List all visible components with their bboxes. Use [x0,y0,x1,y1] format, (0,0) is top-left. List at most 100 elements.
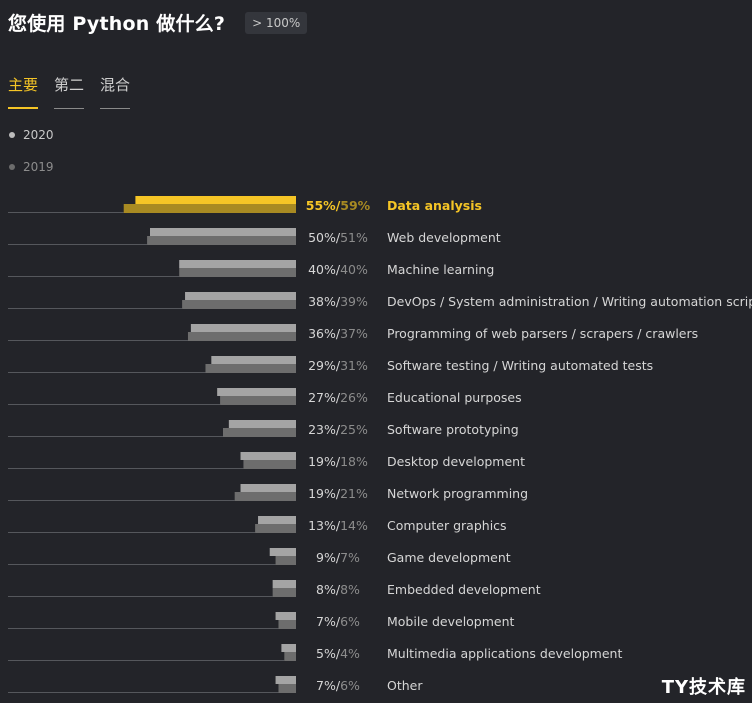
bar-2020 [190,324,296,332]
value-2020: 7% [316,678,336,693]
value-2019: 14% [340,518,368,533]
bar-2020 [240,452,296,460]
value-2019: 7% [340,550,360,565]
value-label: 36%/37% [308,326,368,341]
value-label: 40%/40% [308,262,368,277]
value-2019: 40% [340,262,368,277]
category-label: Data analysis [387,198,482,213]
value-label: 19%/21% [308,486,368,501]
bar-2019 [182,300,296,309]
bar-2020 [185,292,296,300]
value-label: 55%/59% [306,198,371,213]
value-2019: 21% [340,486,368,501]
bar-2020 [275,676,296,684]
value-2020: 19% [308,486,336,501]
value-label: 9%/7% [316,550,360,565]
value-label: 7%/6% [316,678,360,693]
value-label: 8%/8% [316,582,360,597]
bar-row[interactable]: 13%/14% Computer graphics [8,516,507,533]
value-2020: 38% [308,294,336,309]
value-2019: 26% [340,390,368,405]
bar-2019 [278,620,296,629]
bar-2019 [284,652,296,661]
bar-row[interactable]: 55%/59% Data analysis [8,196,482,213]
category-label: Mobile development [387,614,515,629]
category-label: Game development [387,550,511,565]
value-label: 50%/51% [308,230,368,245]
bar-row[interactable]: 8%/8% Embedded development [8,580,541,597]
bar-row[interactable]: 40%/40% Machine learning [8,260,494,277]
value-2019: 6% [340,614,360,629]
bar-2020 [217,388,296,396]
bar-2020 [240,484,296,492]
category-label: Machine learning [387,262,494,277]
category-label: Desktop development [387,454,525,469]
value-label: 27%/26% [308,390,368,405]
value-2019: 4% [340,646,360,661]
value-2019: 25% [340,422,368,437]
bar-2020 [150,228,296,236]
bar-2019 [147,236,296,245]
category-label: Educational purposes [387,390,522,405]
bar-2019 [223,428,296,437]
bar-row[interactable]: 50%/51% Web development [8,228,501,245]
value-label: 19%/18% [308,454,368,469]
watermark: TY技术库 [661,677,746,698]
value-2020: 55% [306,198,336,213]
value-2019: 18% [340,454,368,469]
value-2019: 39% [340,294,368,309]
bar-row[interactable]: 29%/31% Software testing / Writing automa… [8,356,653,373]
value-2019: 37% [340,326,368,341]
bar-row[interactable]: 19%/18% Desktop development [8,452,525,469]
bar-2019 [220,396,296,405]
value-2020: 8% [316,582,336,597]
bar-row[interactable]: 19%/21% Network programming [8,484,528,501]
bar-2019 [123,204,296,213]
value-2020: 40% [308,262,336,277]
bar-2020 [281,644,296,652]
bar-2019 [275,556,296,565]
value-2020: 36% [308,326,336,341]
value-2020: 13% [308,518,336,533]
bar-2019 [255,524,296,533]
bar-row[interactable]: 27%/26% Educational purposes [8,388,522,405]
bar-row[interactable]: 5%/4% Multimedia applications development [8,644,622,661]
value-label: 13%/14% [308,518,368,533]
value-2020: 27% [308,390,336,405]
value-2019: 6% [340,678,360,693]
bar-row[interactable]: 7%/6% Other [8,676,423,693]
value-label: 29%/31% [308,358,368,373]
value-2020: 50% [308,230,336,245]
bar-2020 [211,356,296,364]
bar-2019 [179,268,296,277]
bar-chart: 55%/59% Data analysis 50%/51% Web developme… [8,196,752,693]
bar-row[interactable]: 9%/7% Game development [8,548,511,565]
bar-2020 [135,196,296,204]
bar-row[interactable]: 7%/6% Mobile development [8,612,515,629]
value-2019: 31% [340,358,368,373]
bar-2019 [243,460,296,469]
category-label: Software prototyping [387,422,519,437]
bar-row[interactable]: 23%/25% Software prototyping [8,420,519,437]
value-2020: 9% [316,550,336,565]
value-2019: 8% [340,582,360,597]
bar-2019 [272,588,296,597]
category-label: Web development [387,230,501,245]
bar-2020 [275,612,296,620]
value-2020: 5% [316,646,336,661]
bar-row[interactable]: 38%/39% DevOps / System administration / … [8,292,752,309]
category-label: Software testing / Writing automated tes… [387,358,653,373]
value-label: 5%/4% [316,646,360,661]
bar-2019 [205,364,296,373]
bar-row[interactable]: 36%/37% Programming of web parsers / scra… [8,324,698,341]
bar-2019 [234,492,296,501]
category-label: DevOps / System administration / Writing… [387,294,752,309]
value-2019: 51% [340,230,368,245]
bar-2019 [187,332,296,341]
category-label: Multimedia applications development [387,646,622,661]
value-2019: 59% [340,198,370,213]
bar-2020 [258,516,296,524]
category-label: Network programming [387,486,528,501]
bar-2020 [269,548,296,556]
value-2020: 7% [316,614,336,629]
